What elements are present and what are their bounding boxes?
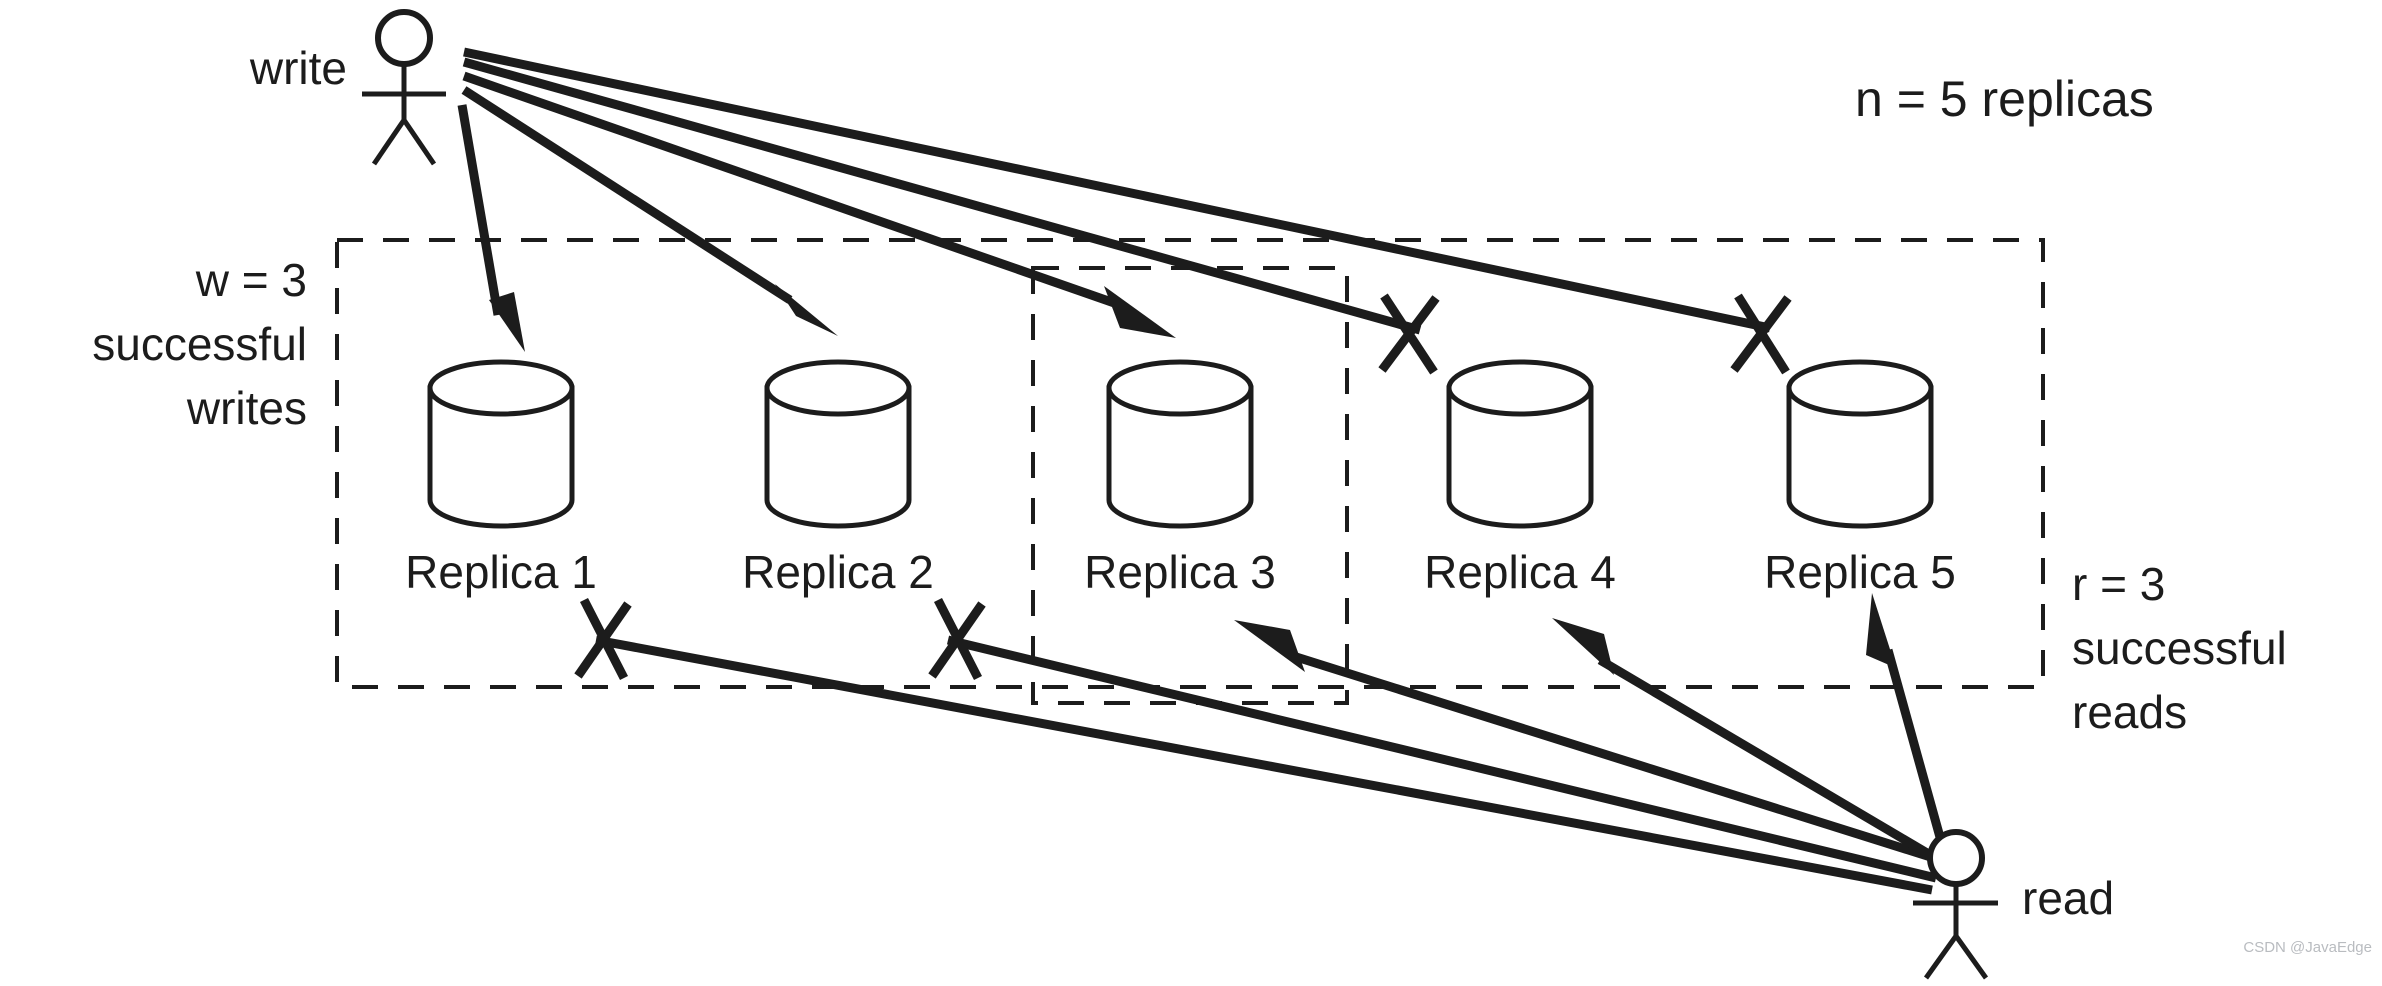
write-quorum-line-3: writes bbox=[186, 382, 307, 434]
write-failed-x-icon-replica-5 bbox=[1730, 293, 1792, 375]
read-failed-x-icon-replica-1 bbox=[574, 597, 632, 681]
write-actor-label: write bbox=[249, 42, 347, 94]
write-arrow-replica-5 bbox=[463, 47, 1771, 333]
replica-4-database-icon bbox=[1446, 359, 1594, 529]
replica-5-label: Replica 5 bbox=[1764, 546, 1956, 598]
read-failed-x-icon-replica-2 bbox=[928, 597, 986, 681]
replica-count-annotation: n = 5 replicas bbox=[1855, 71, 2154, 127]
read-quorum-line-3: reads bbox=[2072, 686, 2187, 738]
read-arrow-replica-2 bbox=[946, 635, 1938, 883]
read-actor-label: read bbox=[2022, 872, 2114, 924]
replica-3-database-icon bbox=[1106, 359, 1254, 529]
quorum-diagram: write read n = 5 replicas w = 3 successf… bbox=[0, 0, 2382, 986]
write-arrow-replica-3 bbox=[462, 71, 1176, 338]
replica-2-label: Replica 2 bbox=[742, 546, 934, 598]
watermark: CSDN @JavaEdge bbox=[2243, 939, 2372, 956]
read-arrow-replica-1 bbox=[595, 635, 1933, 895]
write-arrow-replica-4 bbox=[462, 57, 1422, 335]
replica-5-database-icon bbox=[1786, 359, 1934, 529]
read-quorum-line-1: r = 3 bbox=[2072, 558, 2165, 610]
replica-4-label: Replica 4 bbox=[1424, 546, 1616, 598]
read-quorum-line-2: successful bbox=[2072, 622, 2287, 674]
replica-2-database-icon bbox=[764, 359, 912, 529]
write-actor-stick-figure-icon bbox=[362, 9, 446, 166]
write-arrow-replica-2 bbox=[461, 86, 838, 336]
replica-1-label: Replica 1 bbox=[405, 546, 597, 598]
write-arrow-replica-1 bbox=[457, 104, 525, 352]
diagram-canvas: write read n = 5 replicas w = 3 successf… bbox=[92, 9, 2372, 980]
write-failed-x-icon-replica-4 bbox=[1378, 293, 1440, 375]
write-quorum-line-2: successful bbox=[92, 318, 307, 370]
write-quorum-line-1: w = 3 bbox=[195, 254, 307, 306]
replica-1-database-icon bbox=[427, 359, 575, 529]
replica-3-label: Replica 3 bbox=[1084, 546, 1276, 598]
